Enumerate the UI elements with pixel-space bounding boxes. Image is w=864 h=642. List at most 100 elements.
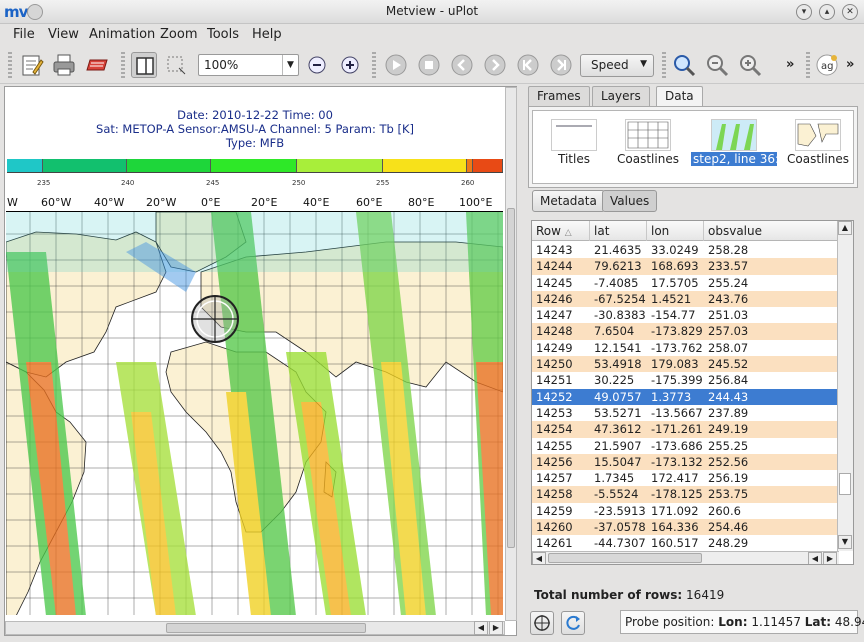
layer-list[interactable]: Titles Coastlines step2, line 36:5 Coast…	[532, 110, 854, 184]
scroll-left-icon-2[interactable]: ◀	[808, 552, 822, 564]
layer-step2-data[interactable]: step2, line 36:5	[691, 119, 787, 166]
table-row[interactable]: 14249 12.1541 -173.762 258.07	[532, 339, 839, 357]
menu-view[interactable]: View	[48, 27, 79, 42]
plot-vertical-scrollbar[interactable]	[505, 87, 517, 621]
table-row[interactable]: 14251 30.225 -175.399 256.84	[532, 372, 839, 389]
probe-zoom-icon[interactable]	[737, 52, 763, 78]
table-horizontal-scrollbar[interactable]: ◀ ◀ ▶	[532, 551, 839, 564]
table-row[interactable]: 14250 53.4918 179.083 245.52	[532, 356, 839, 373]
layer-coastlines[interactable]: Coastlines	[605, 119, 691, 166]
table-row[interactable]: 14259 -23.5913 171.092 260.6	[532, 502, 839, 520]
layer-coastlines-2[interactable]: Coastlines	[775, 119, 861, 166]
satellite-map[interactable]	[6, 211, 503, 615]
zoom-tool-icon[interactable]	[704, 52, 730, 78]
table-row[interactable]: 14246 -67.5254 1.4521 243.76	[532, 290, 839, 308]
scroll-right-icon[interactable]: ▶	[489, 621, 503, 635]
table-cell: 245.52	[708, 357, 749, 372]
table-row[interactable]: 14257 1.7345 172.417 256.19	[532, 470, 839, 487]
values-button[interactable]: Values	[602, 190, 658, 212]
plot-vertical-scroll-thumb[interactable]	[507, 208, 515, 548]
menu-animation[interactable]: Animation	[89, 27, 155, 42]
tab-layers[interactable]: Layers	[592, 86, 650, 106]
table-row[interactable]: 14245 -7.4085 17.5705 255.24	[532, 274, 839, 291]
lon-label: 20°E	[251, 196, 278, 209]
table-horizontal-scroll-thumb[interactable]	[548, 553, 702, 563]
toolbar-grip-3[interactable]	[372, 52, 376, 78]
magnifier-icon[interactable]	[671, 52, 697, 78]
column-header-row[interactable]: Row △	[532, 221, 590, 241]
plot-horizontal-scroll-thumb[interactable]	[166, 623, 366, 633]
text-annotation-icon[interactable]: ag	[814, 52, 840, 78]
close-button[interactable]: ✕	[842, 4, 858, 20]
export-icon[interactable]	[84, 52, 110, 78]
table-row[interactable]: 14254 47.3612 -171.261 249.19	[532, 421, 839, 438]
next-icon[interactable]	[482, 52, 508, 78]
table-row[interactable]: 14252 49.0757 1.3773 244.43	[532, 388, 839, 405]
zoom-in-icon[interactable]	[337, 52, 363, 78]
column-header-obsvalue[interactable]: obsvalue	[704, 221, 839, 241]
table-cell: -44.7307	[594, 536, 646, 551]
play-icon[interactable]	[383, 52, 409, 78]
scroll-right-icon[interactable]: ▶	[823, 552, 837, 564]
table-row[interactable]: 14258 -5.5524 -178.125 253.75	[532, 486, 839, 503]
table-row[interactable]: 14247 -30.8383 -154.77 251.03	[532, 307, 839, 324]
table-cell: 14251	[536, 373, 573, 388]
table-cell: 7.6504	[594, 324, 635, 339]
edit-icon[interactable]	[18, 52, 44, 78]
stop-icon[interactable]	[416, 52, 442, 78]
toolbar-grip-4[interactable]	[662, 52, 666, 78]
toolbar-grip[interactable]	[8, 52, 12, 78]
help-window-button[interactable]: ▾	[796, 4, 812, 20]
refresh-button[interactable]	[561, 611, 585, 635]
plot-horizontal-scrollbar[interactable]: ◀ ▶	[5, 621, 505, 635]
table-cell: 257.03	[708, 324, 749, 339]
table-row[interactable]: 14255 21.5907 -173.686 255.25	[532, 437, 839, 454]
minimize-button[interactable]: ▴	[819, 4, 835, 20]
table-cell: -173.686	[651, 438, 703, 453]
previous-icon[interactable]	[449, 52, 475, 78]
plot-view[interactable]: Date: 2010-12-22 Time: 00 Sat: METOP-A S…	[4, 86, 517, 636]
toolbar-overflow-button[interactable]: »	[786, 57, 794, 72]
table-cell: 14248	[536, 324, 573, 339]
sidebar-toggle-icon[interactable]	[131, 52, 157, 78]
menu-zoom[interactable]: Zoom	[160, 27, 197, 42]
values-table[interactable]: Row △ lat lon obsvalue 14243 21.4635 33.02…	[531, 220, 854, 565]
menu-tools[interactable]: Tools	[207, 27, 239, 42]
zoom-out-icon[interactable]	[304, 52, 330, 78]
toolbar-grip-5[interactable]	[806, 52, 810, 78]
table-cell: -171.261	[651, 422, 703, 437]
print-icon[interactable]	[51, 52, 77, 78]
probe-tool-button[interactable]	[530, 611, 554, 635]
scroll-left-icon[interactable]: ◀	[532, 552, 546, 564]
scroll-up-icon[interactable]: ▲	[838, 221, 852, 235]
column-header-lon[interactable]: lon	[647, 221, 704, 241]
table-cell: 14255	[536, 438, 573, 453]
last-frame-icon[interactable]	[548, 52, 574, 78]
menu-file[interactable]: File	[13, 27, 35, 42]
table-vertical-scroll-thumb[interactable]	[839, 473, 851, 495]
table-cell: 14261	[536, 536, 573, 551]
table-vertical-scrollbar[interactable]: ▲ ▼	[837, 221, 853, 551]
metadata-button[interactable]: Metadata	[532, 190, 605, 212]
zoom-level-select[interactable]: 100% ▼	[198, 54, 299, 76]
table-row[interactable]: 14253 53.5271 -13.5667 237.89	[532, 404, 839, 422]
scroll-left-icon[interactable]: ◀	[474, 621, 488, 635]
table-row[interactable]: 14244 79.6213 168.693 233.57	[532, 258, 839, 275]
first-frame-icon[interactable]	[515, 52, 541, 78]
tab-frames[interactable]: Frames	[528, 86, 590, 106]
table-cell: 49.0757	[594, 389, 642, 404]
table-row[interactable]: 14256 15.5047 -173.132 252.56	[532, 453, 839, 471]
menu-help[interactable]: Help	[252, 27, 282, 42]
toolbar-grip-2[interactable]	[121, 52, 125, 78]
select-area-icon[interactable]	[163, 52, 189, 78]
table-row[interactable]: 14261 -44.7307 160.517 248.29	[532, 535, 839, 552]
table-cell: 14246	[536, 291, 573, 306]
speed-button[interactable]: Speed ▼	[580, 54, 654, 77]
table-row[interactable]: 14248 7.6504 -173.829 257.03	[532, 323, 839, 340]
column-header-lat[interactable]: lat	[590, 221, 647, 241]
toolbar-overflow-button-2[interactable]: »	[846, 57, 854, 72]
tab-data[interactable]: Data	[656, 86, 703, 107]
table-row[interactable]: 14260 -37.0578 164.336 254.46	[532, 519, 839, 536]
table-row[interactable]: 14243 21.4635 33.0249 258.28	[532, 242, 839, 259]
scroll-down-icon[interactable]: ▼	[838, 535, 852, 549]
